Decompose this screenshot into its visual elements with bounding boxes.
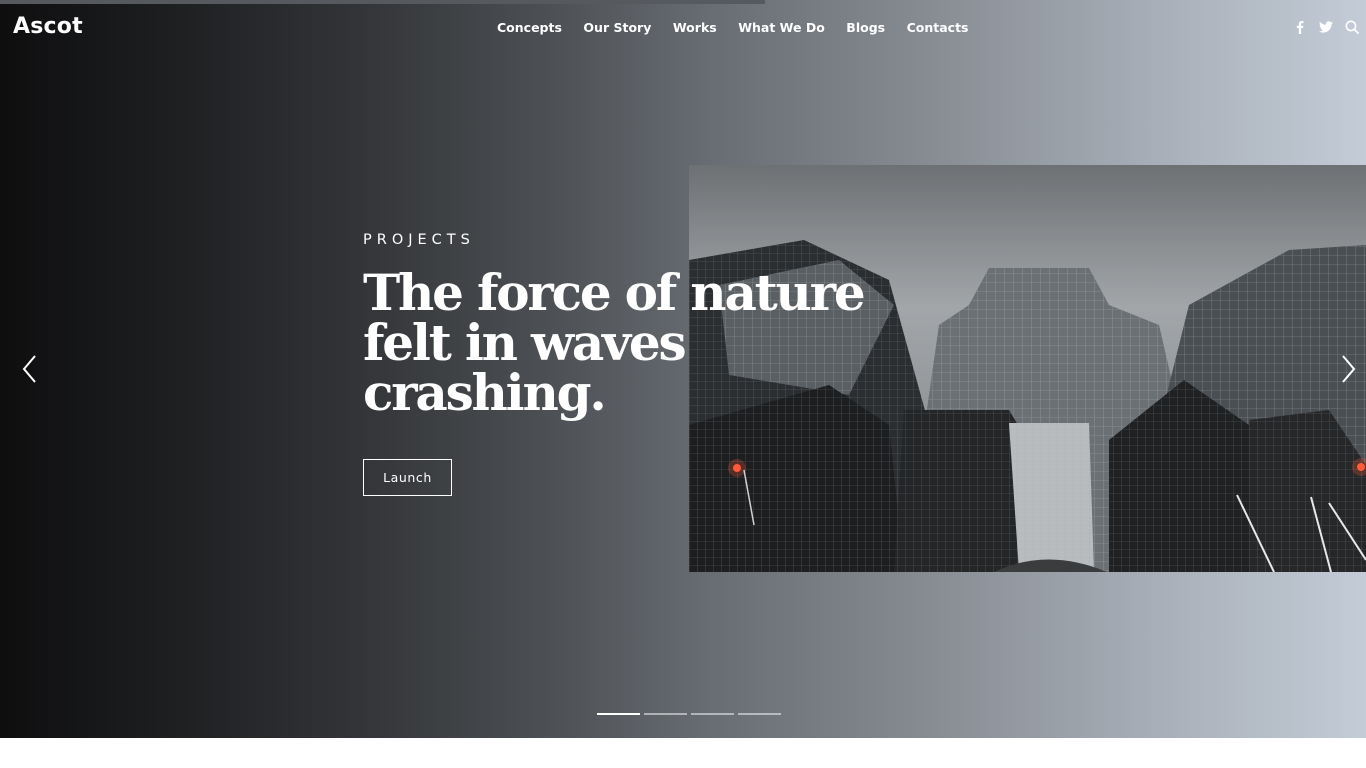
slider-dot[interactable] [738,713,781,715]
nav-item-works[interactable]: Works [673,20,717,35]
nav-item-contacts[interactable]: Contacts [907,20,969,35]
slide-headline: The force of nature felt in waves crashi… [363,263,866,422]
header-icons [1282,19,1360,35]
search-icon[interactable] [1344,19,1360,35]
facebook-icon[interactable] [1292,19,1308,35]
nav-item-blogs[interactable]: Blogs [846,20,885,35]
slide-eyebrow: PROJECTS [363,232,475,248]
prev-slide-arrow-icon[interactable] [21,354,39,384]
slider-dot[interactable] [691,713,734,715]
next-slide-arrow-icon[interactable] [1339,354,1357,384]
hero-slider: Ascot Concepts Our Story Works What We D… [0,0,1366,738]
slider-dot[interactable] [597,713,640,715]
nav-item-our-story[interactable]: Our Story [583,20,651,35]
headline-line: crashing. [363,363,607,422]
nav-item-what-we-do[interactable]: What We Do [738,20,825,35]
logo[interactable]: Ascot [13,14,83,39]
launch-button[interactable]: Launch [363,459,452,496]
site-header: Ascot Concepts Our Story Works What We D… [0,0,1366,56]
slider-pagination [597,713,785,715]
main-nav: Concepts Our Story Works What We Do Blog… [497,20,990,35]
headline-line: felt in waves [363,313,687,372]
twitter-icon[interactable] [1318,19,1334,35]
nav-item-concepts[interactable]: Concepts [497,20,562,35]
headline-line: The force of nature [363,263,866,322]
slider-dot[interactable] [644,713,687,715]
